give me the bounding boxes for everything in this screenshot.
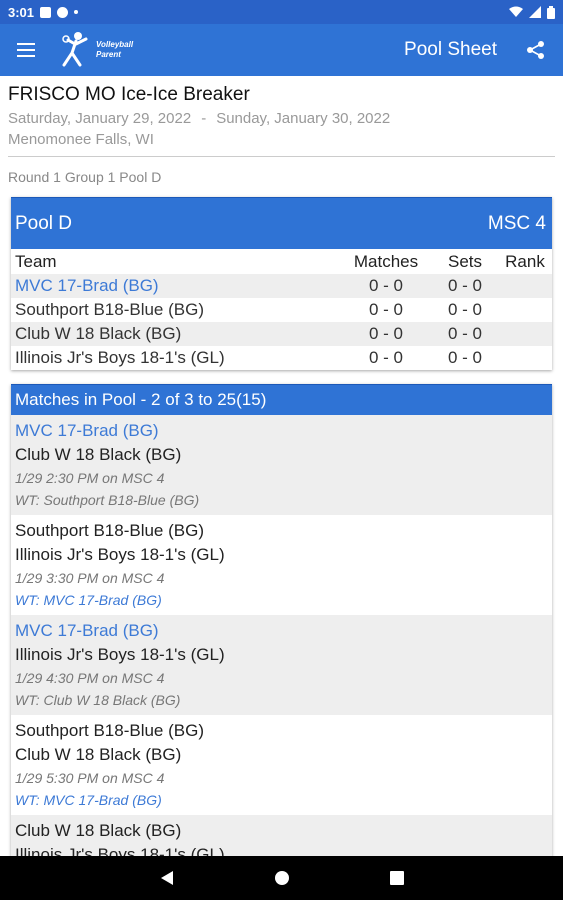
- notification-icon: [40, 6, 52, 18]
- event-name: FRISCO MO Ice-Ice Breaker: [8, 84, 250, 105]
- logo-text-2: Parent: [96, 50, 121, 59]
- team-name[interactable]: Club W 18 Black (BG): [11, 322, 340, 346]
- table-row[interactable]: Southport B18-Blue (BG) 0 - 0 0 - 0: [11, 298, 552, 322]
- sets-cell: 0 - 0: [432, 322, 498, 346]
- match-team2: Club W 18 Black (BG): [15, 445, 182, 464]
- event-dates: Saturday, January 29, 2022 - Sunday, Jan…: [8, 110, 555, 127]
- match-work-team: WT: Club W 18 Black (BG): [15, 692, 181, 708]
- share-icon[interactable]: [521, 24, 551, 76]
- match-team2: Illinois Jr's Boys 18-1's (GL): [15, 645, 225, 664]
- pool-court: MSC 4: [487, 212, 546, 234]
- match-time: 1/29 4:30 PM on MSC 4: [15, 670, 165, 686]
- match-item[interactable]: MVC 17-Brad (BG) Club W 18 Black (BG) 1/…: [11, 415, 552, 515]
- status-time: 3:01: [8, 4, 35, 20]
- table-row[interactable]: Club W 18 Black (BG) 0 - 0 0 - 0: [11, 322, 552, 346]
- match-item[interactable]: Club W 18 Black (BG) Illinois Jr's Boys …: [11, 815, 552, 856]
- event-end-date: Sunday, January 30, 2022: [216, 110, 391, 127]
- rank-cell: [498, 298, 552, 322]
- matches-cell: 0 - 0: [368, 300, 404, 319]
- logo-text-1: Volleyball: [96, 40, 134, 49]
- event-start-date: Saturday, January 29, 2022: [8, 110, 192, 127]
- content[interactable]: FRISCO MO Ice-Ice Breaker Saturday, Janu…: [0, 76, 563, 856]
- matches-cell: 0 - 0: [340, 322, 432, 346]
- match-time: 1/29 2:30 PM on MSC 4: [15, 470, 165, 486]
- home-icon[interactable]: [274, 870, 290, 886]
- match-work-team[interactable]: WT: MVC 17-Brad (BG): [15, 589, 548, 611]
- match-work-team: WT: Southport B18-Blue (BG): [15, 492, 200, 508]
- app-bar: Volleyball Parent Pool Sheet: [0, 24, 563, 76]
- rank-cell: [498, 322, 552, 346]
- pool-name: Pool D: [15, 212, 73, 234]
- team-name[interactable]: Southport B18-Blue (BG): [11, 298, 340, 322]
- col-team: Team: [15, 251, 57, 271]
- match-item[interactable]: Southport B18-Blue (BG) Illinois Jr's Bo…: [11, 515, 552, 615]
- match-team1: Club W 18 Black (BG): [15, 821, 182, 840]
- match-team2: Club W 18 Black (BG): [15, 745, 182, 764]
- system-nav-bar: [0, 856, 563, 900]
- match-team2: Illinois Jr's Boys 18-1's (GL): [15, 545, 225, 564]
- match-team1: Southport B18-Blue (BG): [15, 721, 204, 740]
- sets-cell: 0 - 0: [447, 300, 483, 319]
- sets-cell: 0 - 0: [447, 348, 483, 367]
- match-work-team[interactable]: WT: MVC 17-Brad (BG): [15, 789, 548, 811]
- signal-icon: [529, 6, 541, 18]
- notification-icon-2: [57, 6, 69, 18]
- rank-cell: [498, 274, 552, 298]
- sim-icon: [74, 10, 79, 14]
- team-link[interactable]: MVC 17-Brad (BG): [11, 274, 340, 298]
- page-title: Pool Sheet: [404, 39, 497, 60]
- app-logo: Volleyball Parent: [56, 31, 133, 69]
- pool-card: Pool D MSC 4 Team Matches Sets Rank MVC …: [11, 197, 552, 370]
- wifi-icon: [509, 6, 523, 17]
- match-item[interactable]: Southport B18-Blue (BG) Club W 18 Black …: [11, 715, 552, 815]
- matches-card: Matches in Pool - 2 of 3 to 25(15) MVC 1…: [11, 384, 552, 856]
- pool-header: Pool D MSC 4: [11, 197, 552, 249]
- col-sets: Sets: [447, 251, 483, 271]
- event-date-separator: -: [201, 110, 207, 127]
- volleyball-player-icon: [62, 32, 88, 67]
- rank-cell: [498, 346, 552, 370]
- matches-cell: 0 - 0: [340, 274, 432, 298]
- match-team2: Illinois Jr's Boys 18-1's (GL): [15, 845, 225, 856]
- event-info: FRISCO MO Ice-Ice Breaker Saturday, Janu…: [0, 76, 563, 148]
- match-time: 1/29 5:30 PM on MSC 4: [15, 770, 165, 786]
- status-bar: 3:01: [0, 0, 563, 24]
- sets-cell: 0 - 0: [432, 274, 498, 298]
- match-team1: Southport B18-Blue (BG): [15, 521, 204, 540]
- matches-cell: 0 - 0: [368, 348, 404, 367]
- round-label: Round 1 Group 1 Pool D: [8, 169, 162, 185]
- menu-icon[interactable]: [0, 24, 52, 76]
- match-team1[interactable]: MVC 17-Brad (BG): [15, 419, 548, 443]
- col-matches: Matches: [353, 251, 419, 271]
- match-time: 1/29 3:30 PM on MSC 4: [15, 570, 165, 586]
- matches-header: Matches in Pool - 2 of 3 to 25(15): [11, 384, 552, 415]
- team-name[interactable]: Illinois Jr's Boys 18-1's (GL): [11, 346, 340, 370]
- recents-icon[interactable]: [389, 871, 404, 885]
- match-item[interactable]: MVC 17-Brad (BG) Illinois Jr's Boys 18-1…: [11, 615, 552, 715]
- col-rank: Rank: [505, 251, 545, 271]
- back-icon[interactable]: [160, 870, 174, 886]
- battery-icon: [547, 5, 555, 19]
- table-row[interactable]: MVC 17-Brad (BG) 0 - 0 0 - 0: [11, 274, 552, 298]
- event-location: Menomonee Falls, WI: [8, 131, 154, 148]
- table-row[interactable]: Illinois Jr's Boys 18-1's (GL) 0 - 0 0 -…: [11, 346, 552, 370]
- match-team1[interactable]: MVC 17-Brad (BG): [15, 619, 548, 643]
- standings-table: Team Matches Sets Rank MVC 17-Brad (BG) …: [11, 249, 552, 370]
